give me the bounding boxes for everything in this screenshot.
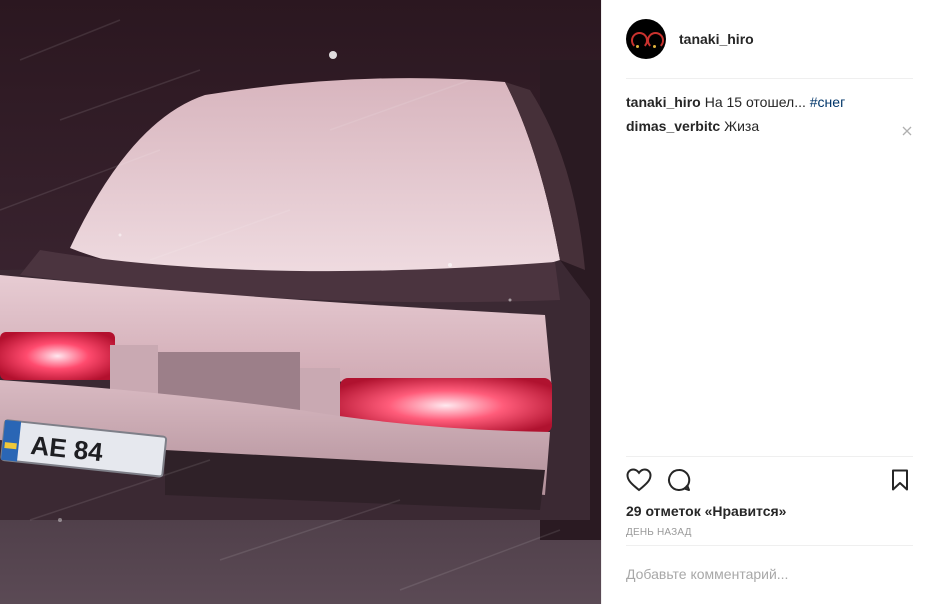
author-avatar[interactable] (626, 19, 666, 59)
author-username[interactable]: tanaki_hiro (679, 31, 754, 47)
comment-input[interactable] (626, 546, 913, 602)
comment-bubble-icon[interactable] (666, 467, 692, 493)
comment-text: Жиза (724, 118, 760, 134)
close-icon[interactable] (901, 120, 913, 136)
add-comment-area (626, 545, 913, 604)
post-photo[interactable]: AE 84 (0, 0, 601, 604)
heart-icon[interactable] (626, 467, 652, 493)
post-actions: 29 отметок «Нравится» день назад (626, 456, 913, 538)
caption-comment: tanaki_hiro На 15 отошел... #снег (626, 90, 913, 114)
comment-text: На 15 отошел... (704, 94, 806, 110)
bookmark-icon[interactable] (887, 467, 913, 493)
snowy-car-image: AE 84 (0, 0, 601, 604)
action-icons (626, 458, 913, 502)
likes-count[interactable]: 29 отметок «Нравится» (626, 503, 913, 519)
post-viewer: AE 84 tanaki_hiro tanaki_hiro На 15 отош… (0, 0, 936, 604)
comment-author[interactable]: dimas_verbitc (626, 118, 720, 134)
hashtag-link[interactable]: #снег (810, 94, 845, 110)
comments-list: tanaki_hiro На 15 отошел... #снег dimas_v… (626, 90, 913, 138)
post-details-panel: tanaki_hiro tanaki_hiro На 15 отошел... #… (601, 0, 936, 604)
post-timestamp[interactable]: день назад (626, 527, 913, 538)
post-header: tanaki_hiro (626, 0, 913, 79)
comment-author[interactable]: tanaki_hiro (626, 94, 701, 110)
comment-item: dimas_verbitc Жиза (626, 114, 913, 138)
